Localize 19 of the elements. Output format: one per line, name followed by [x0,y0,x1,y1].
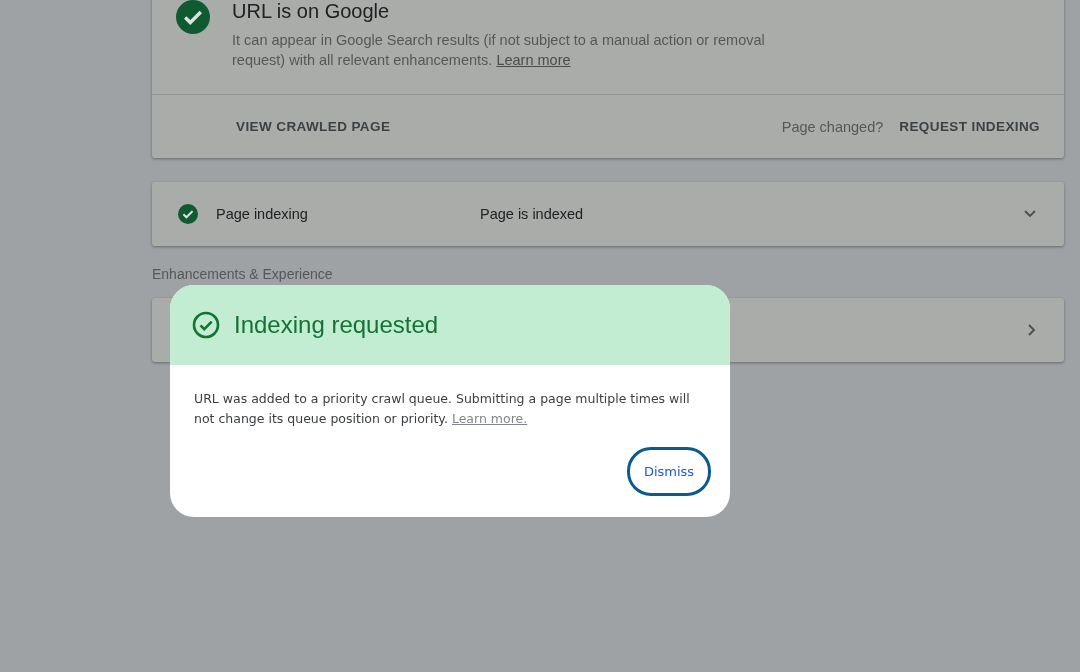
check-circle-icon [192,311,220,339]
learn-more-link[interactable]: Learn more [496,52,571,68]
page-changed-label: Page changed? [781,118,884,135]
chevron-right-icon [1028,324,1036,336]
view-crawled-page-button[interactable]: VIEW CRAWLED PAGE [236,119,391,134]
row-status: Page is indexed [480,206,584,222]
status-description: It can appear in Google Search results (if not subject to a manual action or removal request) with all relevant enhancements. Learn more [232,31,766,70]
dismiss-button[interactable]: Dismiss [627,447,711,496]
check-icon [176,0,210,34]
section-heading: Enhancements & Experience [152,266,334,282]
page-indexing-row[interactable]: Page indexing Page is indexed [152,182,1064,246]
chevron-down-icon [1024,210,1036,218]
dialog-title: Indexing requested [234,311,439,339]
learn-more-link[interactable]: Learn more. [451,411,528,426]
request-indexing-button[interactable]: REQUEST INDEXING [899,119,1040,134]
dialog-message: URL was added to a priority crawl queue. Submitting a page multiple times will not change its queue position or priority. Learn more. [194,390,691,428]
row-label: Page indexing [216,206,309,222]
status-title: URL is on Google [232,0,391,22]
check-icon [178,204,198,224]
